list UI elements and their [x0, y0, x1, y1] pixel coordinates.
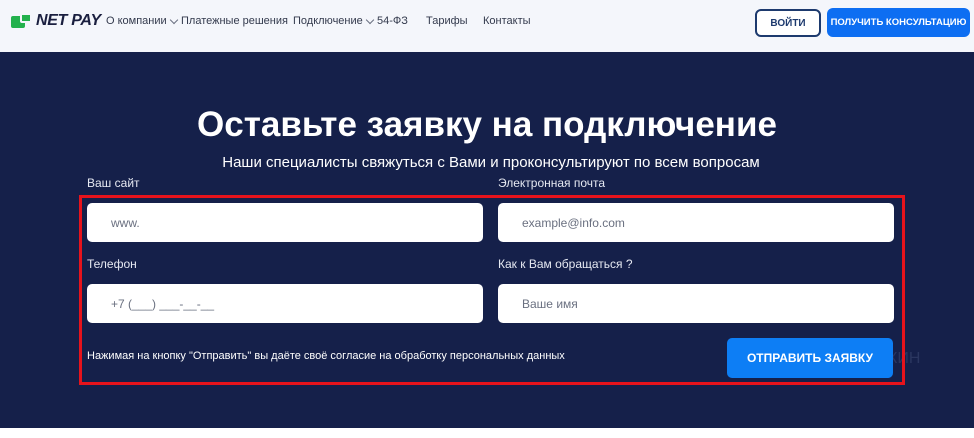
login-button[interactable]: ВОЙТИ — [755, 9, 821, 37]
nav-item-label: Контакты — [483, 15, 531, 27]
get-consultation-button[interactable]: ПОЛУЧИТЬ КОНСУЛЬТАЦИЮ — [827, 8, 970, 37]
page-subtitle: Наши специалисты свяжуться с Вами и прок… — [222, 154, 760, 171]
nav-item-about[interactable]: О компании — [106, 15, 178, 27]
nav-item-connection[interactable]: Подключение — [293, 15, 374, 27]
page-bottom-strip — [0, 428, 974, 438]
nav-item-54fz[interactable]: 54-ФЗ — [377, 15, 408, 27]
nav-item-tariffs[interactable]: Тарифы — [426, 15, 468, 27]
nav-item-contacts[interactable]: Контакты — [483, 15, 531, 27]
nav-item-label: О компании — [106, 15, 167, 27]
form-highlight-frame — [79, 195, 905, 385]
chevron-down-icon — [365, 15, 374, 24]
netpay-logo-icon — [11, 12, 32, 30]
nav-item-label: Платежные решения — [181, 15, 288, 27]
email-field-label: Электронная почта — [498, 176, 606, 190]
logo[interactable]: NET PAY — [11, 12, 101, 30]
nav-item-label: Тарифы — [426, 15, 468, 27]
logo-text: NET PAY — [36, 12, 101, 29]
site-header: NET PAY О компании Платежные решения Под… — [0, 0, 974, 52]
nav-item-payments[interactable]: Платежные решения — [181, 15, 288, 27]
site-field-label: Ваш сайт — [87, 176, 140, 190]
nav-item-label: 54-ФЗ — [377, 15, 408, 27]
page-title: Оставьте заявку на подключение — [197, 105, 777, 144]
application-form-section: Оставьте заявку на подключение Наши спец… — [0, 52, 974, 428]
nav-item-label: Подключение — [293, 15, 363, 27]
chevron-down-icon — [169, 15, 178, 24]
